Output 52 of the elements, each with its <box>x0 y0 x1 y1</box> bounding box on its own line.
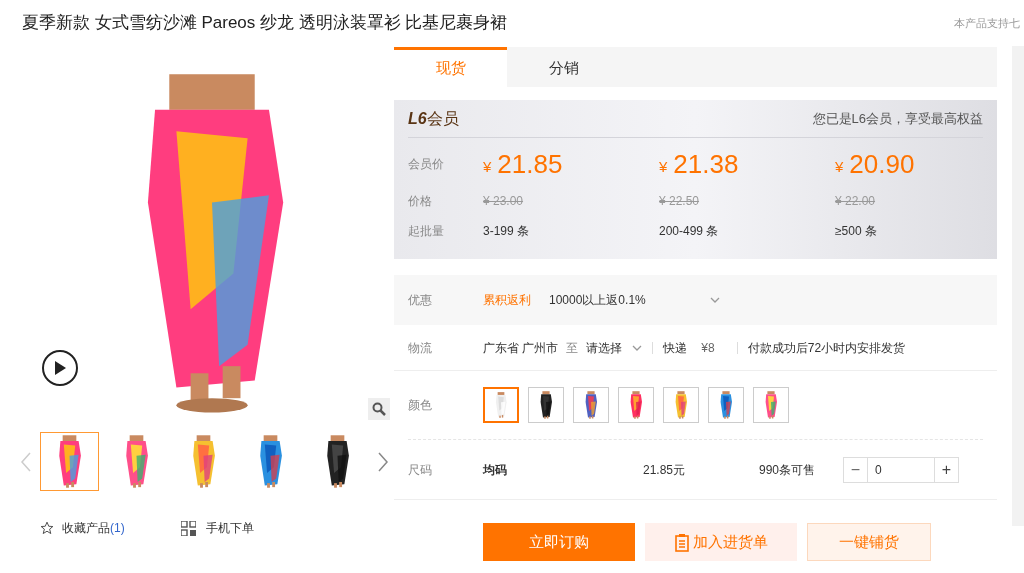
quantity-field[interactable]: 0 <box>868 456 934 483</box>
member-price: ¥ 21.85 <box>483 147 564 181</box>
thumbnail[interactable] <box>40 432 99 491</box>
member-price: ¥ 20.90 <box>835 147 916 181</box>
tab[interactable]: 分销 <box>507 47 620 87</box>
member-level-label: L6会员 <box>408 108 459 129</box>
row-label: 会员价 <box>408 156 445 173</box>
rebate-tag: 累积返利 <box>483 291 531 309</box>
original-price: ¥ 23.00 <box>483 193 525 210</box>
quantity-range: ≥500 条 <box>835 223 878 240</box>
product-title: 夏季新款 女式雪纺沙滩 Pareos 纱龙 透明泳装罩衫 比基尼裹身裙 <box>22 12 508 35</box>
search-icon[interactable] <box>368 398 390 420</box>
shipping-note: 付款成功后72小时内安排发货 <box>747 339 906 357</box>
quantity-range: 3-199 条 <box>483 223 531 240</box>
color-swatch[interactable] <box>753 387 789 423</box>
member-note: 您已是L6会员，享受最高权益 <box>812 109 983 128</box>
row-label: 起批量 <box>408 223 445 240</box>
chevron-down-icon[interactable] <box>709 297 720 303</box>
decrement-button[interactable]: − <box>843 456 868 483</box>
size-name: 均码 <box>483 461 508 479</box>
service-note: 本产品支持七 <box>954 15 1020 31</box>
original-price: ¥ 22.50 <box>659 193 701 210</box>
mobile-order-link[interactable]: 手机下单 <box>205 519 254 537</box>
color-swatch[interactable] <box>663 387 699 423</box>
destination-select[interactable]: 请选择 <box>586 338 643 357</box>
quantity-range: 200-499 条 <box>659 223 720 240</box>
color-swatch[interactable] <box>528 387 564 423</box>
chevron-down-icon <box>632 344 643 351</box>
row-label: 颜色 <box>408 397 433 414</box>
color-swatch[interactable] <box>708 387 744 423</box>
color-swatch[interactable] <box>618 387 654 423</box>
ship-from: 广东省 广州市 <box>483 339 559 357</box>
stock-count: 990条可售 <box>759 461 817 479</box>
row-label: 物流 <box>408 339 433 357</box>
color-swatch[interactable] <box>573 387 609 423</box>
original-price: ¥ 22.00 <box>835 193 877 210</box>
clipboard-icon <box>674 532 689 552</box>
row-label: 尺码 <box>408 461 433 479</box>
star-icon[interactable] <box>40 521 54 535</box>
unit-price: 21.85元 <box>643 461 687 479</box>
shipping-fee: ¥8 <box>701 339 715 357</box>
row-label: 优惠 <box>408 292 433 309</box>
member-price: ¥ 21.38 <box>659 147 740 181</box>
color-swatch[interactable] <box>483 387 519 423</box>
favorite-link[interactable]: 收藏产品(1) <box>62 519 125 537</box>
row-label: 价格 <box>408 193 433 210</box>
shipping-method: 快递 <box>663 339 688 357</box>
increment-button[interactable]: + <box>934 456 959 483</box>
to-label: 至 <box>566 339 579 357</box>
rebate-text: 10000以上返0.1% <box>549 292 646 309</box>
qr-code-icon[interactable] <box>180 520 196 536</box>
chevron-right-icon[interactable] <box>377 450 389 473</box>
